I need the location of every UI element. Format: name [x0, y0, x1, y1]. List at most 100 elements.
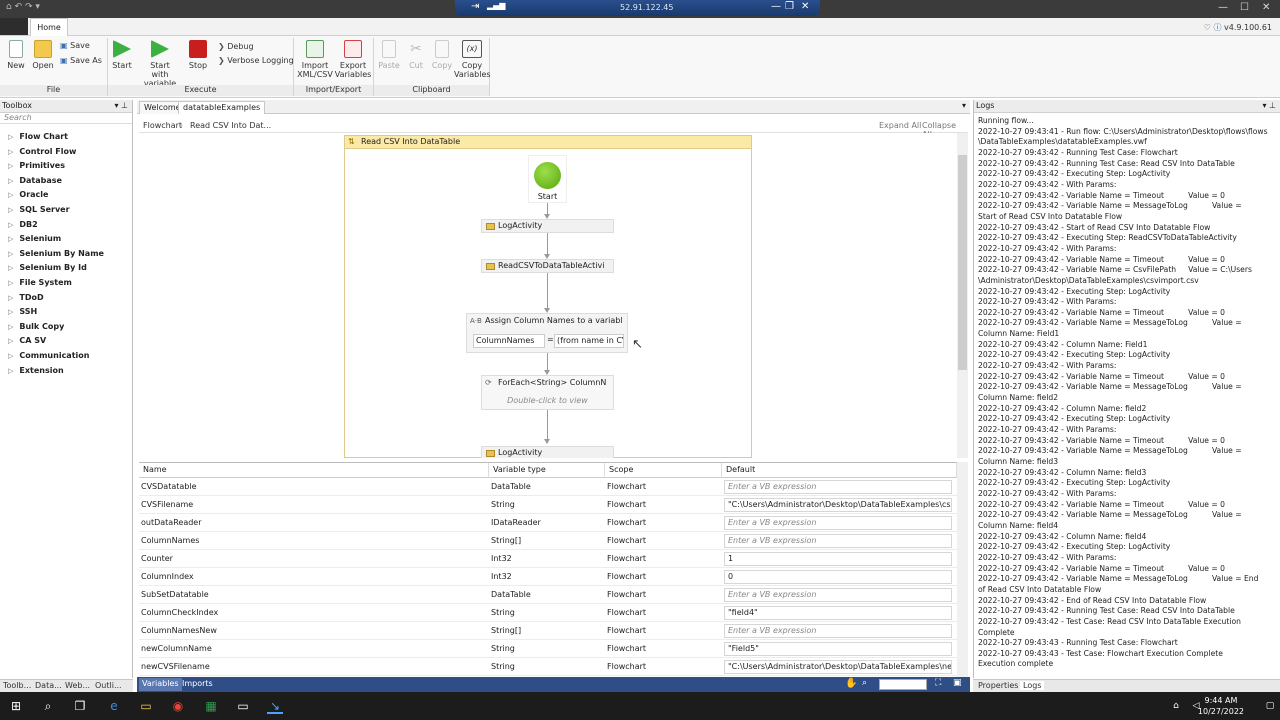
variable-row[interactable]: ColumnNamesNew String[] Flowchart Enter a V…: [139, 622, 957, 640]
variable-default-field[interactable]: Enter a VB expression: [724, 588, 952, 602]
tab-menu-icon[interactable]: ▾: [962, 101, 966, 110]
toolbox-category[interactable]: ▷ Database: [8, 176, 62, 185]
import-xml-csv-button[interactable]: Import XML/CSV: [296, 40, 334, 79]
copy-variables-button[interactable]: (x) Copy Variables: [454, 40, 491, 79]
tab-datatable-examples[interactable]: datatableExamples: [178, 101, 266, 114]
assign-value-field[interactable]: (from name in CVS: [554, 334, 624, 348]
variable-name-cell[interactable]: ColumnCheckIndex: [139, 604, 487, 621]
tab-data[interactable]: Data...: [35, 681, 62, 690]
variable-type-cell[interactable]: String: [489, 604, 603, 621]
variable-name-cell[interactable]: SubSetDatatable: [139, 586, 487, 603]
col-header-type[interactable]: Variable type: [489, 463, 605, 478]
variable-scope-cell[interactable]: Flowchart: [605, 478, 720, 495]
save-button[interactable]: ▣ Save: [60, 41, 90, 50]
variable-row[interactable]: Counter Int32 Flowchart 1: [139, 550, 957, 568]
variable-type-cell[interactable]: String[]: [489, 622, 603, 639]
variable-scope-cell[interactable]: Flowchart: [605, 514, 720, 531]
toolbox-category[interactable]: ▷ Selenium By Name: [8, 249, 104, 258]
variable-default-field[interactable]: Enter a VB expression: [724, 516, 952, 530]
variable-default-field[interactable]: "C:\Users\Administrator\Desktop\DataTabl…: [724, 660, 952, 674]
tab-home[interactable]: Home: [30, 18, 68, 37]
variable-name-cell[interactable]: CVSDatatable: [139, 478, 487, 495]
overview-icon[interactable]: ▣: [953, 678, 962, 688]
export-variables-button[interactable]: Export Variables: [334, 40, 372, 79]
help-icon[interactable]: ⓘ: [1213, 23, 1221, 32]
rdp-minimize-icon[interactable]: —: [771, 1, 781, 12]
variable-type-cell[interactable]: DataTable: [489, 586, 603, 603]
variable-default-field[interactable]: "Field5": [724, 642, 952, 656]
variable-name-cell[interactable]: CVSFilename: [139, 496, 487, 513]
variable-type-cell[interactable]: DataTable: [489, 478, 603, 495]
quick-access-icon[interactable]: ⌂ ↶ ↷ ▾: [6, 2, 40, 12]
variable-scope-cell[interactable]: Flowchart: [605, 604, 720, 621]
variable-scope-cell[interactable]: Flowchart: [605, 496, 720, 513]
variable-default-field[interactable]: 1: [724, 552, 952, 566]
variable-default-field[interactable]: "C:\Users\Administrator\Desktop\DataTabl…: [724, 498, 952, 512]
tab-toolbox[interactable]: Toolb...: [3, 681, 31, 690]
activity-read-csv[interactable]: ReadCSVToDataTableActivi: [481, 259, 614, 273]
pin-icon[interactable]: ▾ ⊥: [1262, 100, 1276, 112]
toolbox-category[interactable]: ▷ Oracle: [8, 190, 48, 199]
variable-row[interactable]: ColumnIndex Int32 Flowchart 0: [139, 568, 957, 586]
col-header-scope[interactable]: Scope: [605, 463, 722, 478]
variable-name-cell[interactable]: newCVSFilename: [139, 658, 487, 675]
variable-name-cell[interactable]: ColumnNamesNew: [139, 622, 487, 639]
variable-default-field[interactable]: 0: [724, 570, 952, 584]
activity-log-2[interactable]: LogActivity: [481, 446, 614, 458]
toolbox-category[interactable]: ▷ Bulk Copy: [8, 322, 64, 331]
file-explorer-icon[interactable]: ▭: [138, 698, 154, 714]
minimize-icon[interactable]: —: [1218, 2, 1228, 13]
save-as-button[interactable]: ▣ Save As: [60, 56, 102, 65]
variable-scope-cell[interactable]: Flowchart: [605, 532, 720, 549]
app-taskbar-icon[interactable]: ↘: [267, 698, 283, 714]
toolbox-category[interactable]: ▷ Selenium By Id: [8, 263, 87, 272]
stop-button[interactable]: Stop: [186, 40, 210, 70]
terminal-icon[interactable]: ▭: [235, 698, 251, 714]
tab-imports[interactable]: Imports: [179, 678, 216, 691]
tab-variables[interactable]: Variables: [139, 678, 182, 691]
toolbox-category[interactable]: ▷ SQL Server: [8, 205, 70, 214]
tab-logs[interactable]: Logs: [1020, 681, 1045, 690]
toolbox-category[interactable]: ▷ Communication: [8, 351, 89, 360]
breadcrumb-current[interactable]: Read CSV Into Dat...: [190, 121, 271, 130]
tab-properties[interactable]: Properties: [978, 681, 1018, 690]
variable-scope-cell[interactable]: Flowchart: [605, 550, 720, 567]
variable-type-cell[interactable]: String: [489, 496, 603, 513]
network-icon[interactable]: ⌂: [1168, 698, 1184, 714]
variable-row[interactable]: ColumnCheckIndex String Flowchart "field4": [139, 604, 957, 622]
variable-name-cell[interactable]: Counter: [139, 550, 487, 567]
toolbox-category[interactable]: ▷ Selenium: [8, 234, 61, 243]
activity-foreach[interactable]: ⟳ ForEach<String> ColumnN Double-click t…: [481, 375, 614, 410]
copy-button[interactable]: Copy: [429, 40, 455, 70]
pin-icon[interactable]: ▾ ⊥: [114, 100, 128, 112]
variable-scope-cell[interactable]: Flowchart: [605, 622, 720, 639]
variable-type-cell[interactable]: String[]: [489, 532, 603, 549]
pin-icon[interactable]: ⇥: [471, 1, 479, 12]
toolbox-category[interactable]: ▷ DB2: [8, 220, 38, 229]
variable-type-cell[interactable]: Int32: [489, 550, 603, 567]
toolbox-category[interactable]: ▷ SSH: [8, 307, 37, 316]
start-node[interactable]: Start: [528, 155, 567, 203]
zoom-icon[interactable]: ⌕: [862, 678, 867, 688]
activity-assign[interactable]: A·B Assign Column Names to a variabl Col…: [466, 313, 628, 353]
rdp-restore-icon[interactable]: ❐: [785, 1, 794, 12]
variable-row[interactable]: newColumnName String Flowchart "Field5": [139, 640, 957, 658]
cut-button[interactable]: ✂ Cut: [403, 40, 429, 70]
variable-row[interactable]: outDataReader IDataReader Flowchart Enter a…: [139, 514, 957, 532]
variable-scope-cell[interactable]: Flowchart: [605, 640, 720, 657]
toolbox-category[interactable]: ▷ Primitives: [8, 161, 65, 170]
variable-scope-cell[interactable]: Flowchart: [605, 658, 720, 675]
variable-type-cell[interactable]: IDataReader: [489, 514, 603, 531]
toolbox-category[interactable]: ▷ Extension: [8, 366, 64, 375]
variable-type-cell[interactable]: String: [489, 658, 603, 675]
restore-icon[interactable]: ♡: [1204, 23, 1211, 32]
variable-default-field[interactable]: Enter a VB expression: [724, 480, 952, 494]
col-header-default[interactable]: Default: [722, 463, 957, 478]
windows-start-icon[interactable]: ⊞: [8, 698, 24, 714]
fit-to-screen-icon[interactable]: ⛶: [935, 678, 941, 688]
variable-row[interactable]: newCVSFilename String Flowchart "C:\Users\A…: [139, 658, 957, 676]
variable-scope-cell[interactable]: Flowchart: [605, 568, 720, 585]
excel-icon[interactable]: ▦: [203, 698, 219, 714]
verbose-logging-toggle[interactable]: ❯ Verbose Logging: [218, 56, 294, 65]
close-icon[interactable]: ✕: [1262, 2, 1270, 13]
